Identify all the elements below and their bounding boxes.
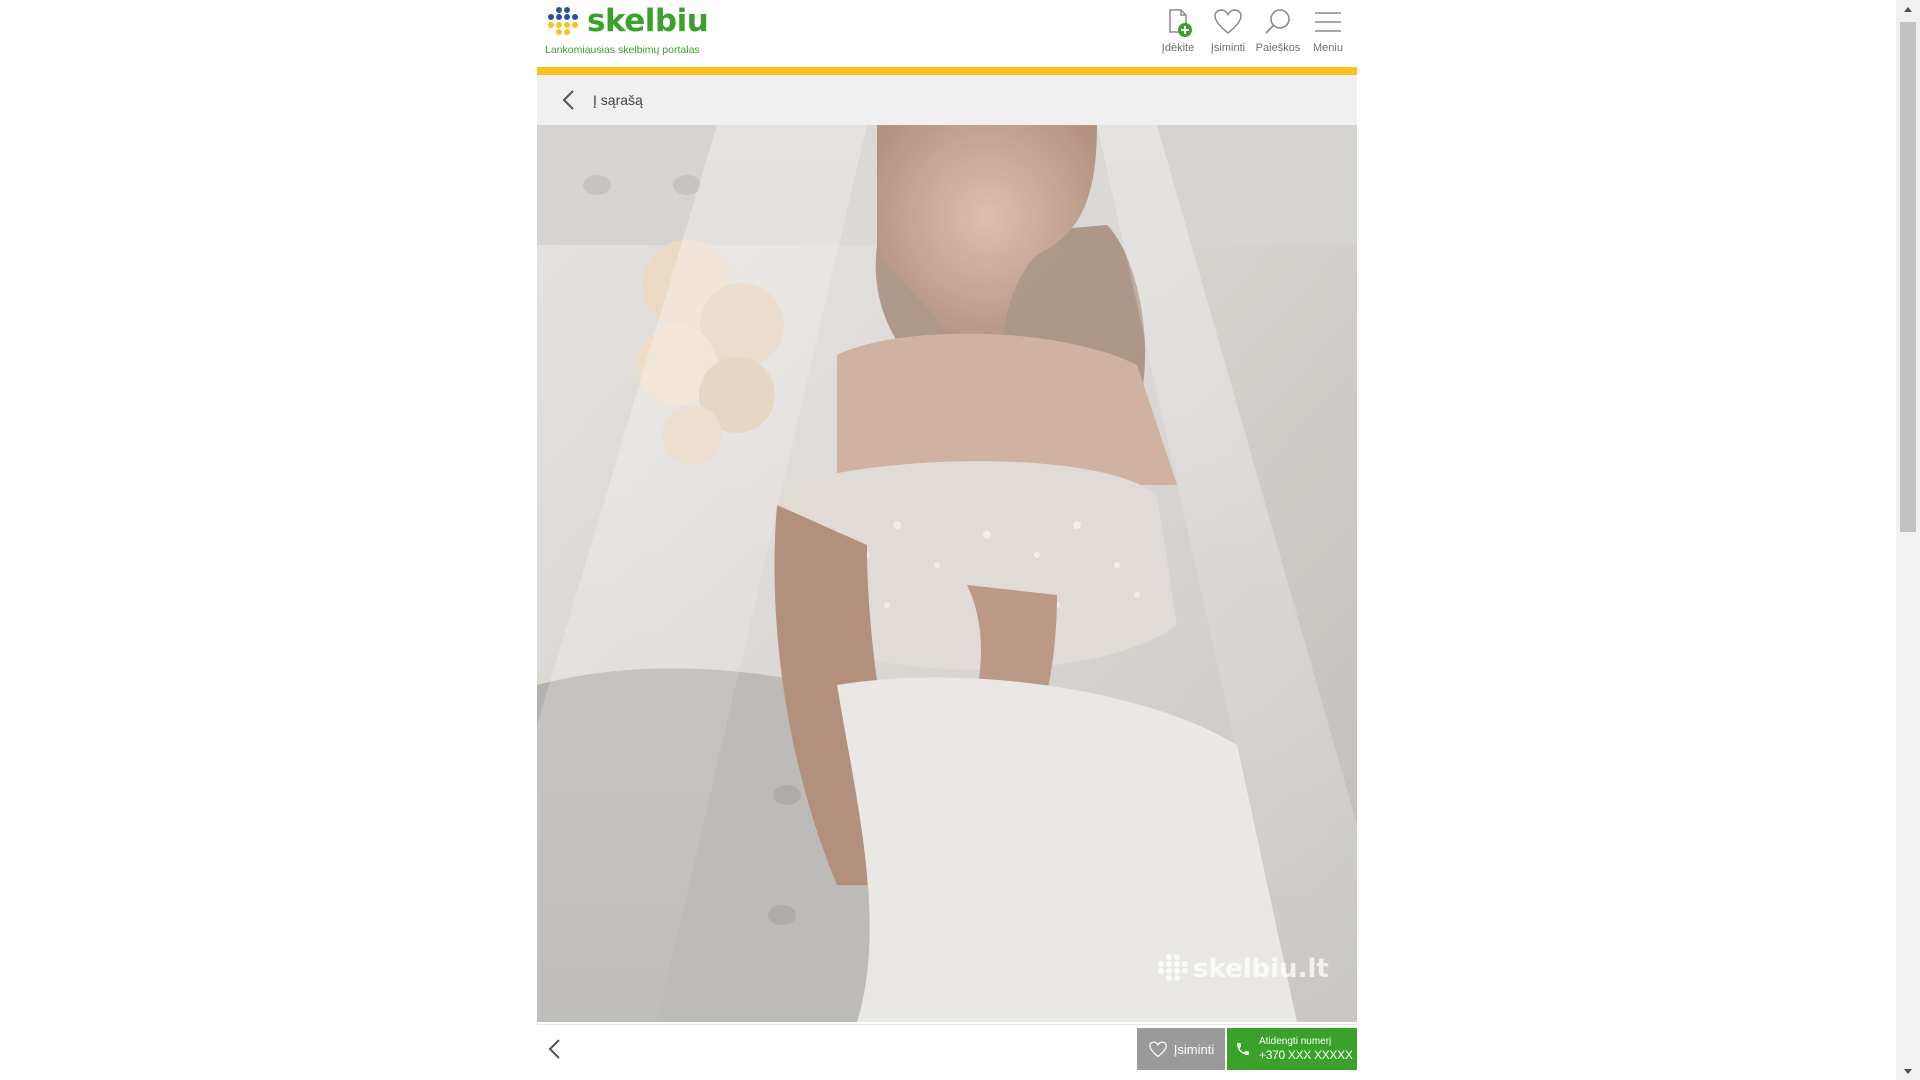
bottom-action-bar: Įsiminti Atidengti numerį +370 XXX XXXXX — [537, 1024, 1357, 1080]
nav-item-menu[interactable]: Meniu — [1303, 6, 1353, 54]
hamburger-menu-icon — [1315, 12, 1341, 32]
back-to-list-link[interactable]: Į sąrašą — [593, 92, 643, 108]
logo-tagline: Lankomiausias skelbimų portalas — [545, 44, 700, 56]
search-icon — [1265, 9, 1290, 34]
page: skelbiu Lankomiausias skelbimų portalas … — [0, 0, 1920, 1080]
page-scrollbar[interactable] — [1896, 0, 1920, 1080]
previous-photo-icon[interactable] — [545, 1037, 565, 1061]
chevron-left-icon — [562, 90, 574, 110]
save-listing-button[interactable]: Įsiminti — [1137, 1028, 1225, 1070]
wedding-dress-photo: skelbiu.lt — [537, 125, 1357, 1022]
save-listing-label: Įsiminti — [1173, 1041, 1215, 1057]
reveal-phone-button[interactable]: Atidengti numerį +370 XXX XXXXX — [1227, 1028, 1357, 1070]
add-document-icon — [1169, 9, 1192, 37]
header-accent-bar — [537, 67, 1357, 75]
scroll-down-arrow-icon[interactable] — [1896, 1063, 1920, 1080]
nav-item-label: Įsiminti — [1210, 42, 1246, 54]
back-to-list-bar[interactable]: Į sąrašą — [537, 75, 1357, 125]
heart-icon — [1149, 1041, 1167, 1058]
phone-icon — [1237, 1043, 1249, 1055]
scrollbar-thumb[interactable] — [1900, 22, 1916, 532]
nav-item-search[interactable]: Paieškos — [1253, 6, 1303, 54]
header-nav: Įdėkite Įsiminti Paieškos Meniu — [1153, 6, 1353, 54]
nav-item-label: Meniu — [1313, 42, 1343, 54]
photo-watermark: skelbiu.lt — [1193, 954, 1329, 984]
logo[interactable]: skelbiu — [545, 3, 709, 39]
logo-dots-icon — [545, 6, 585, 36]
nav-item-add[interactable]: Įdėkite — [1153, 6, 1203, 54]
heart-icon — [1214, 9, 1242, 34]
listing-photo[interactable]: skelbiu.lt — [537, 125, 1357, 1022]
logo-text: skelbiu — [587, 3, 709, 39]
masked-phone-number: +370 XXX XXXXX — [1259, 1048, 1353, 1062]
nav-item-saved[interactable]: Įsiminti — [1203, 6, 1253, 54]
reveal-phone-label: Atidengti numerį — [1259, 1036, 1332, 1047]
site-header: skelbiu Lankomiausias skelbimų portalas … — [537, 0, 1357, 68]
scroll-up-arrow-icon[interactable] — [1896, 0, 1920, 17]
nav-item-label: Paieškos — [1255, 42, 1301, 54]
nav-item-label: Įdėkite — [1161, 42, 1195, 54]
